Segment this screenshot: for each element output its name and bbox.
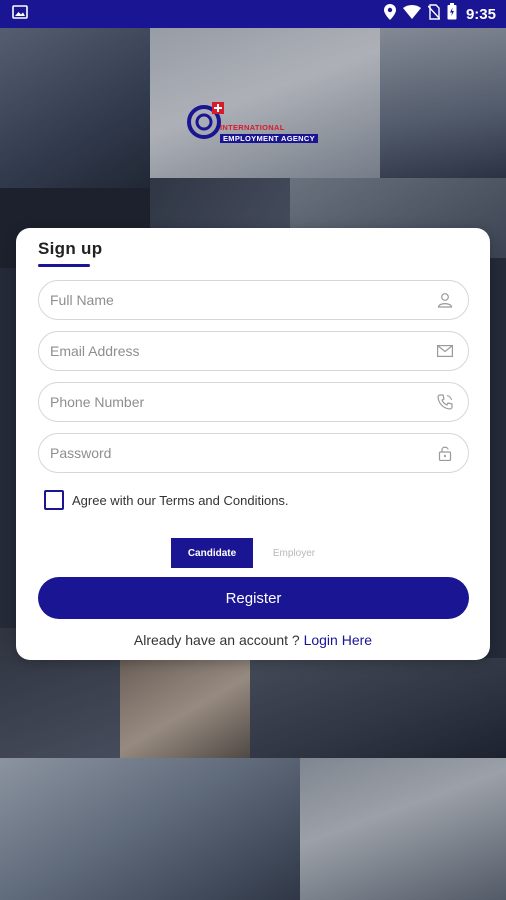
battery-icon [447, 3, 457, 25]
full-name-field[interactable] [38, 280, 469, 320]
phone-icon [428, 394, 462, 410]
user-icon [428, 292, 462, 308]
login-prompt-text: Already have an account ? [133, 632, 300, 648]
email-input[interactable] [39, 332, 428, 370]
terms-label: Agree with our Terms and Conditions. [72, 492, 289, 508]
phone-input[interactable] [39, 383, 428, 421]
mail-icon [428, 345, 462, 357]
logo-line-1: International [220, 123, 285, 132]
employer-role-button[interactable]: Employer [253, 538, 335, 568]
status-time: 9:35 [465, 5, 496, 23]
terms-agreement[interactable]: Agree with our Terms and Conditions. [44, 490, 289, 510]
status-bar: 9:35 [0, 0, 506, 28]
phone-field[interactable] [38, 382, 469, 422]
logo-line-2: Employment Agency [220, 134, 318, 143]
register-button[interactable]: Register [38, 577, 469, 619]
brand-logo: International Employment Agency [186, 88, 326, 152]
page-title: Sign up [38, 239, 103, 258]
wifi-icon [402, 4, 421, 24]
lock-icon [428, 445, 462, 461]
terms-checkbox[interactable] [44, 490, 64, 510]
password-field[interactable] [38, 433, 469, 473]
full-name-input[interactable] [39, 281, 428, 319]
no-sim-icon [427, 3, 441, 25]
password-input[interactable] [39, 434, 428, 472]
email-field[interactable] [38, 331, 469, 371]
location-icon [383, 3, 396, 25]
role-toggle: Candidate Employer [171, 538, 335, 568]
login-link[interactable]: Login Here [304, 632, 373, 648]
title-underline [38, 264, 90, 267]
signup-card: Sign up Agree with our Terms and Conditi… [16, 228, 490, 660]
image-icon [12, 4, 28, 24]
login-prompt: Already have an account ? Login Here [16, 632, 490, 648]
candidate-role-button[interactable]: Candidate [171, 538, 253, 568]
